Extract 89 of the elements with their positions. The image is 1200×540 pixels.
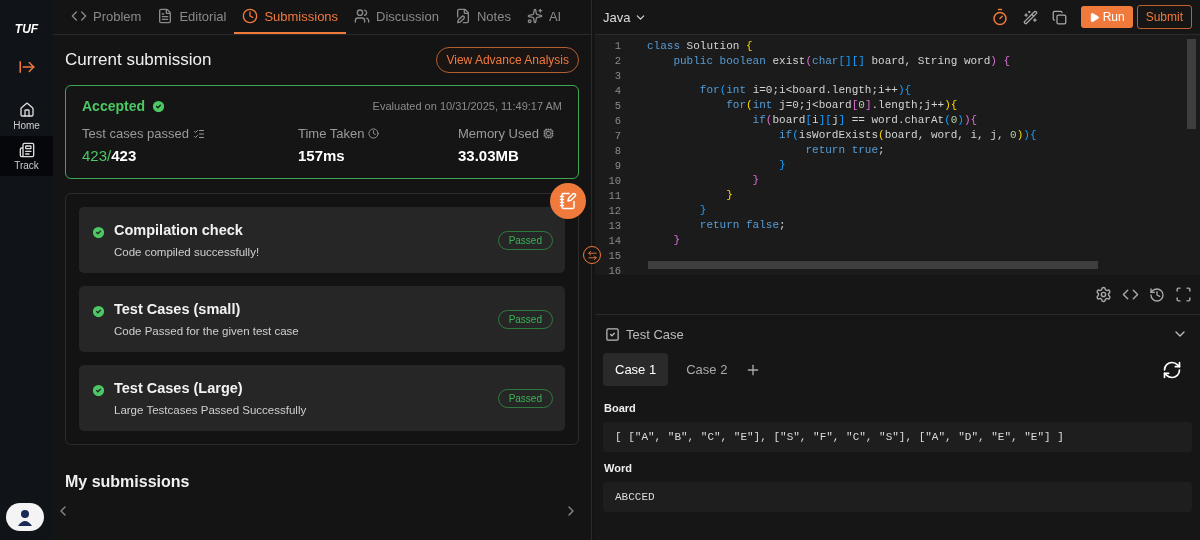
wand-icon[interactable] bbox=[1022, 9, 1038, 25]
line-number: 14 bbox=[608, 234, 621, 249]
expand-icon[interactable] bbox=[17, 58, 36, 76]
line-number: 5 bbox=[614, 99, 621, 114]
check-icon bbox=[151, 98, 167, 114]
clock-icon bbox=[242, 8, 259, 24]
section-title: Current submission bbox=[65, 50, 212, 70]
chip-icon bbox=[542, 128, 554, 139]
status-label: Accepted bbox=[82, 98, 146, 114]
line-number: 15 bbox=[608, 249, 621, 264]
sparkles-icon bbox=[526, 8, 543, 24]
check-title: Test Cases (small) bbox=[114, 301, 242, 317]
case-tab[interactable]: Case 2 bbox=[674, 353, 740, 386]
play-icon bbox=[1088, 11, 1100, 23]
check-title: Compilation check bbox=[114, 222, 244, 238]
settings-icon[interactable] bbox=[1095, 286, 1112, 303]
evaluated-time: Evaluated on 10/31/2025, 11:49:17 AM bbox=[372, 100, 562, 112]
code-line: return false; bbox=[698, 217, 787, 233]
tab[interactable]: Editorial bbox=[149, 0, 235, 34]
history-icon[interactable] bbox=[1149, 286, 1165, 303]
line-number: 4 bbox=[614, 84, 621, 99]
code-line: } bbox=[778, 157, 787, 173]
panel-title: Test Case bbox=[626, 326, 685, 342]
input-field[interactable]: ABCCED bbox=[603, 482, 1192, 512]
line-number: 10 bbox=[608, 174, 621, 189]
home-icon bbox=[18, 101, 35, 118]
code-line: } bbox=[725, 187, 734, 203]
file-pen-icon bbox=[454, 8, 471, 24]
checkbox-icon bbox=[605, 326, 620, 342]
timer-icon[interactable] bbox=[990, 8, 1009, 26]
submit-button[interactable]: Submit bbox=[1136, 5, 1192, 29]
code-editor[interactable] bbox=[595, 35, 1200, 275]
fullscreen-icon[interactable] bbox=[1175, 286, 1192, 303]
code-line: for(int i=0;i<board.length;i++){ bbox=[698, 82, 913, 98]
time-value: 157ms bbox=[298, 147, 346, 164]
code-line: public boolean exist(char[][] board, String word) { bbox=[672, 54, 1012, 69]
stat-label: Test cases passed bbox=[82, 126, 189, 141]
tab[interactable]: AI bbox=[518, 0, 570, 34]
code-line: } bbox=[672, 232, 681, 248]
check-title: Test Cases (Large) bbox=[114, 380, 244, 396]
tests-passed-value: 423/423 bbox=[82, 147, 138, 164]
line-number: 7 bbox=[614, 129, 621, 144]
field-label: Board bbox=[604, 402, 637, 414]
newspaper-icon bbox=[18, 141, 35, 158]
section-title: My submissions bbox=[65, 473, 191, 491]
people-icon bbox=[354, 8, 371, 24]
tab[interactable]: Notes bbox=[446, 0, 519, 34]
line-number: 8 bbox=[614, 144, 621, 159]
code-line: } bbox=[698, 202, 708, 218]
line-number: 2 bbox=[614, 54, 621, 69]
document-icon bbox=[157, 8, 174, 24]
code-line: if(board[i][j] == word.charAt(0)){ bbox=[751, 112, 979, 128]
memory-value: 33.03MB bbox=[458, 147, 520, 164]
line-number: 1 bbox=[614, 39, 621, 54]
sidebar-item[interactable]: Home bbox=[0, 96, 53, 136]
code-line: class Solution { bbox=[647, 39, 754, 54]
notebook-icon bbox=[559, 192, 577, 210]
code-line: if(isWordExists(board, word, i, j, 0)){ bbox=[778, 127, 1038, 143]
tab[interactable]: Submissions bbox=[234, 0, 347, 34]
line-number: 11 bbox=[608, 189, 621, 204]
code-line: } bbox=[751, 172, 761, 188]
line-number: 9 bbox=[614, 159, 621, 174]
clock-icon bbox=[368, 128, 380, 139]
copy-icon[interactable] bbox=[1051, 9, 1067, 25]
line-number: 16 bbox=[608, 264, 621, 279]
stat-label: Memory Used bbox=[458, 126, 539, 141]
field-label: Word bbox=[604, 462, 633, 474]
analysis-button[interactable]: View Advance Analysis bbox=[436, 47, 579, 73]
line-number: 3 bbox=[614, 69, 621, 84]
code-icon bbox=[71, 8, 87, 24]
line-number: 6 bbox=[614, 114, 621, 129]
logo: TUF bbox=[14, 22, 39, 36]
refresh-icon[interactable] bbox=[1162, 359, 1182, 380]
check-detail: Large Testcases Passed Successfully bbox=[114, 404, 308, 416]
list-icon bbox=[192, 127, 205, 140]
code-line: return true; bbox=[804, 142, 886, 158]
line-number: 13 bbox=[608, 219, 621, 234]
tab[interactable]: Discussion bbox=[346, 0, 447, 34]
check-detail: Code Passed for the given test case bbox=[114, 325, 300, 337]
input-field[interactable]: [ ["A", "B", "C", "E"], ["S", "F", "C", "S"], ["A", "D", "E", "E"] ] bbox=[603, 422, 1192, 452]
language-select[interactable]: Java bbox=[603, 9, 977, 25]
resize-icon bbox=[586, 249, 598, 261]
stat-label: Time Taken bbox=[298, 126, 365, 141]
check-detail: Code compiled successfully! bbox=[114, 246, 261, 258]
tab[interactable]: Problem bbox=[63, 0, 150, 34]
code-line: for(int j=0;j<board[0].length;j++){ bbox=[725, 97, 959, 113]
line-number: 12 bbox=[608, 204, 621, 219]
sidebar-item[interactable]: Track bbox=[0, 136, 53, 176]
case-tab[interactable]: Case 1 bbox=[603, 353, 669, 386]
